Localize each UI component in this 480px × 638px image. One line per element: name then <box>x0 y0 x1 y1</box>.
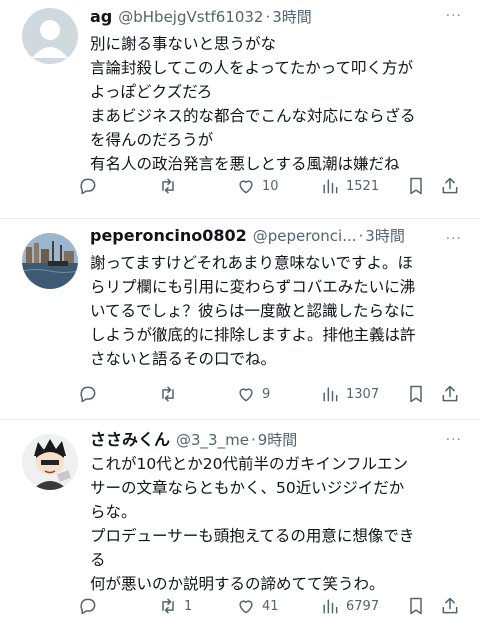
like-button[interactable]: 41 <box>236 596 320 616</box>
action-bar: 1 41 6797 <box>78 596 466 616</box>
display-name[interactable]: peperoncino0802 <box>90 226 247 245</box>
retweet-icon <box>162 178 174 194</box>
action-bar: 9 1307 <box>78 384 466 404</box>
avatar-default[interactable] <box>22 8 78 64</box>
post-2[interactable]: peperoncino0802 @peperonci... · 3時間 ··· … <box>0 219 480 419</box>
timeline-feed: ag @bHbejgVstf61032 · 3時間 ··· 別に謝る事ないと思う… <box>0 0 480 638</box>
share-icon <box>442 597 458 614</box>
bookmark-icon <box>410 597 422 615</box>
share-button[interactable] <box>440 596 462 616</box>
text-line: を得んのだろうが <box>90 131 214 149</box>
post-1[interactable]: ag @bHbejgVstf61032 · 3時間 ··· 別に謝る事ないと思う… <box>0 0 480 218</box>
bookmark-icon <box>410 385 422 403</box>
avatar-character[interactable] <box>22 434 78 490</box>
user-handle[interactable]: @peperonci... <box>253 227 357 245</box>
post-text: 謝ってますけどそれあまり意味ないですよ。ほ らリプ欄にも引用に変わらずコバエみた… <box>90 251 460 371</box>
text-line: まあビジネス的な都合でこんな対応にならざる <box>90 107 416 125</box>
analytics-icon <box>323 387 338 402</box>
reply-button[interactable] <box>78 384 158 404</box>
text-line: 有名人の政治発言を悪しとする風潮は嫌だね <box>90 155 400 173</box>
more-options-icon[interactable]: ··· <box>446 8 462 24</box>
user-handle[interactable]: @bHbejgVstf61032 <box>118 8 263 26</box>
post-header: ag @bHbejgVstf61032 · 3時間 <box>90 6 466 30</box>
view-count: 6797 <box>346 598 380 614</box>
reply-icon <box>80 598 96 615</box>
reply-button[interactable] <box>78 596 158 616</box>
retweet-button[interactable]: 1 <box>158 596 236 616</box>
analytics-icon <box>323 179 338 194</box>
post-3[interactable]: ささみくん @3_3_me · 9時間 ··· これが10代とか20代前半のガキ… <box>0 420 480 638</box>
text-line: サーの文章ならともかく、50近いジジイだか <box>90 479 405 497</box>
reply-icon <box>80 386 96 403</box>
like-button[interactable]: 9 <box>236 384 320 404</box>
separator-dot: · <box>265 8 271 26</box>
like-count: 9 <box>262 386 271 402</box>
retweet-count: 1 <box>184 598 193 614</box>
separator-dot: · <box>250 431 256 449</box>
character-avatar <box>22 434 78 490</box>
views-button[interactable]: 1521 <box>320 176 406 196</box>
post-time[interactable]: 9時間 <box>258 429 298 450</box>
text-line: いてるでしょ？彼らは一度敵と認識したらなに <box>90 302 416 320</box>
retweet-button[interactable] <box>158 384 236 404</box>
display-name[interactable]: ag <box>90 7 112 26</box>
view-count: 1521 <box>346 178 380 194</box>
like-count: 41 <box>262 598 279 614</box>
bookmark-button[interactable] <box>406 176 440 196</box>
text-line: よっぽどクズだろ <box>90 83 213 101</box>
text-line: らな。 <box>90 503 137 521</box>
heart-icon <box>239 180 253 194</box>
post-header: ささみくん @3_3_me · 9時間 <box>90 426 466 450</box>
display-name[interactable]: ささみくん <box>90 426 170 450</box>
bookmark-button[interactable] <box>406 596 440 616</box>
text-line: さないと語るその口でね。 <box>90 350 277 368</box>
text-line: しようが徹底的に排除しますよ。排他主義は許 <box>90 326 416 344</box>
text-line: らリプ欄にも引用に変わらずコバエみたいに沸 <box>90 278 416 296</box>
post-time[interactable]: 3時間 <box>365 225 405 246</box>
like-count: 10 <box>262 178 279 194</box>
bookmark-button[interactable] <box>406 384 440 404</box>
reply-button[interactable] <box>78 176 158 196</box>
views-button[interactable]: 1307 <box>320 384 406 404</box>
post-text: これが10代とか20代前半のガキインフルエン サーの文章ならともかく、50近いジ… <box>90 452 460 596</box>
analytics-icon <box>323 599 338 614</box>
post-text: 別に謝る事ないと思うがな 言論封殺してこの人をよってたかって叩く方が よっぽどク… <box>90 32 460 176</box>
post-time[interactable]: 3時間 <box>272 6 312 27</box>
separator-dot: · <box>358 227 364 245</box>
text-line: これが10代とか20代前半のガキインフルエン <box>90 455 408 473</box>
user-handle[interactable]: @3_3_me <box>176 431 249 449</box>
retweet-icon <box>162 386 174 402</box>
text-line: 言論封殺してこの人をよってたかって叩く方が <box>90 59 414 77</box>
text-line: 何が悪いのか説明するの諦めてて笑うわ。 <box>90 575 385 593</box>
harbor-photo-avatar <box>22 233 78 289</box>
heart-icon <box>239 388 253 402</box>
share-button[interactable] <box>440 176 462 196</box>
view-count: 1307 <box>346 386 380 402</box>
post-header: peperoncino0802 @peperonci... · 3時間 <box>90 225 466 249</box>
more-options-icon[interactable]: ··· <box>446 432 462 448</box>
default-avatar-icon <box>22 8 78 64</box>
action-bar: 10 1521 <box>78 176 466 196</box>
share-button[interactable] <box>440 384 462 404</box>
text-line: 謝ってますけどそれあまり意味ないですよ。ほ <box>90 254 414 272</box>
reply-icon <box>80 178 96 195</box>
like-button[interactable]: 10 <box>236 176 320 196</box>
views-button[interactable]: 6797 <box>320 596 406 616</box>
heart-icon <box>239 600 253 614</box>
retweet-icon <box>162 598 174 614</box>
text-line: プロデューサーも頭抱えてるの用意に想像でき <box>90 527 415 545</box>
share-icon <box>442 385 458 402</box>
bookmark-icon <box>410 177 422 195</box>
text-line: る <box>90 551 106 569</box>
avatar-harbor[interactable] <box>22 233 78 289</box>
share-icon <box>442 177 458 194</box>
text-line: 別に謝る事ないと思うがな <box>90 35 277 53</box>
more-options-icon[interactable]: ··· <box>446 231 462 247</box>
retweet-button[interactable] <box>158 176 236 196</box>
